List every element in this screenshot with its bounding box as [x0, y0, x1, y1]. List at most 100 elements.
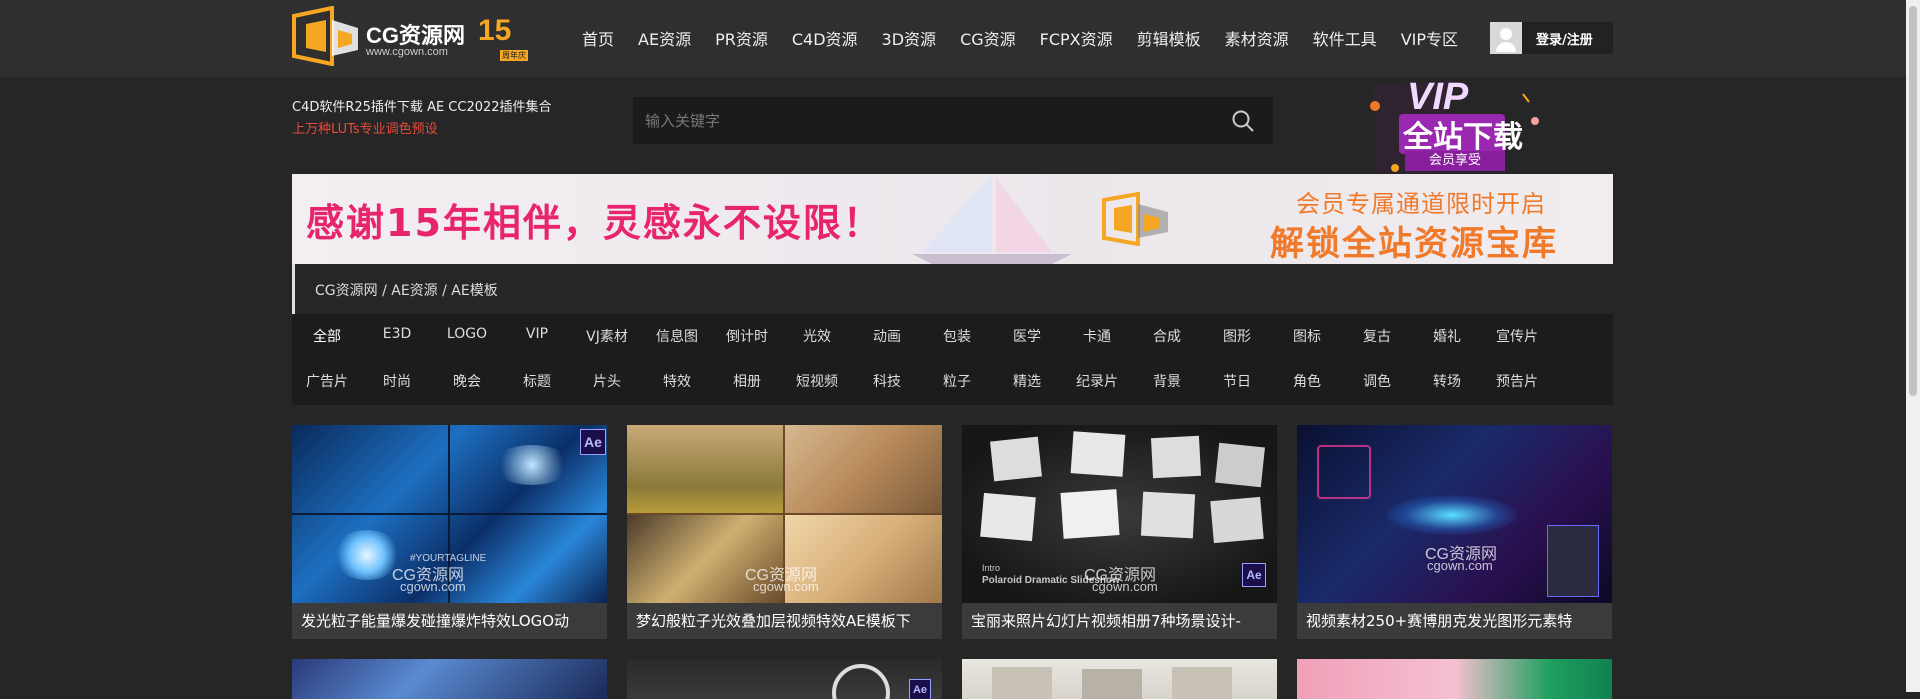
category-tag[interactable]: 宣传片 [1482, 326, 1552, 346]
category-tag[interactable]: 节日 [1202, 371, 1272, 391]
nav-pr[interactable]: PR资源 [703, 26, 780, 50]
main-nav: 首页 AE资源 PR资源 C4D资源 3D资源 CG资源 FCPX资源 剪辑模板… [570, 26, 1470, 50]
resource-card[interactable] [962, 659, 1277, 699]
resource-card[interactable] [292, 659, 607, 699]
category-tag[interactable]: 信息图 [642, 326, 712, 346]
banner-headline: 感谢15年相伴，灵感永不设限！ [306, 201, 883, 245]
category-tag[interactable]: 角色 [1272, 371, 1342, 391]
resource-card[interactable]: Ae [627, 659, 942, 699]
category-tag[interactable]: VJ素材 [572, 326, 642, 346]
watermark-url: cgown.com [753, 579, 819, 594]
category-tag[interactable]: 标题 [502, 371, 572, 391]
category-tag[interactable]: 广告片 [292, 371, 362, 391]
category-tag[interactable]: 图形 [1202, 326, 1272, 346]
sailboat-illustration [912, 174, 1072, 264]
category-tag[interactable]: 片头 [572, 371, 642, 391]
login-button[interactable]: 登录/注册 [1490, 22, 1613, 54]
category-tag[interactable]: 纪录片 [1062, 371, 1132, 391]
category-tag[interactable]: 背景 [1132, 371, 1202, 391]
nav-software[interactable]: 软件工具 [1301, 26, 1389, 50]
ae-badge-icon: Ae [909, 679, 931, 699]
banner-logo-icon [1102, 192, 1168, 246]
category-tag[interactable]: 合成 [1132, 326, 1202, 346]
category-tag[interactable]: 精选 [992, 371, 1062, 391]
category-tag[interactable]: 动画 [852, 326, 922, 346]
card-title[interactable]: 宝丽来照片幻灯片视频相册7种场景设计- [962, 603, 1277, 639]
scrollbar-thumb[interactable] [1909, 6, 1917, 396]
watermark-url: cgown.com [1092, 579, 1158, 594]
breadcrumb[interactable]: CG资源网 / AE资源 / AE模板 [315, 280, 498, 300]
category-tag[interactable]: 调色 [1342, 371, 1412, 391]
category-tag[interactable]: 光效 [782, 326, 852, 346]
category-tag[interactable]: 倒计时 [712, 326, 782, 346]
promo-link-luts[interactable]: 上万种LUTs专业调色预设 [292, 119, 552, 141]
nav-cg[interactable]: CG资源 [948, 26, 1028, 50]
watermark-url: cgown.com [1427, 558, 1493, 573]
category-tag[interactable]: 图标 [1272, 326, 1342, 346]
logo-mark-icon [292, 6, 358, 66]
category-tag[interactable]: 婚礼 [1412, 326, 1482, 346]
category-tag[interactable]: 晚会 [432, 371, 502, 391]
category-tag[interactable]: 粒子 [922, 371, 992, 391]
card-title[interactable]: 视频素材250+赛博朋克发光图形元素特 [1297, 603, 1612, 639]
nav-vip[interactable]: VIP专区 [1389, 26, 1470, 50]
avatar-icon [1490, 22, 1522, 54]
nav-home[interactable]: 首页 [570, 26, 626, 50]
category-filter: 全部 E3D LOGO VIP VJ素材 信息图 倒计时 光效 动画 包装 医学… [292, 314, 1613, 405]
category-tag[interactable]: 全部 [292, 326, 362, 346]
resource-card[interactable]: CG资源网 cgown.com 视频素材250+赛博朋克发光图形元素特 [1297, 425, 1612, 639]
category-tag[interactable]: 转场 [1412, 371, 1482, 391]
category-tag[interactable]: 医学 [992, 326, 1062, 346]
nav-edit-templates[interactable]: 剪辑模板 [1125, 26, 1213, 50]
promo-links: C4D软件R25插件下载 AE CC2022插件集合 上万种LUTs专业调色预设 [292, 97, 552, 141]
card-thumbnail: Intro Polaroid Dramatic Slideshow Ae CG资… [962, 425, 1277, 603]
logo-url: www.cgown.com [366, 46, 448, 58]
search-box [633, 97, 1273, 144]
site-logo[interactable]: CG资源网 www.cgown.com 15 周年庆 [292, 6, 528, 66]
resource-card[interactable] [1297, 659, 1612, 699]
nav-materials[interactable]: 素材资源 [1213, 26, 1301, 50]
category-tag[interactable]: 卡通 [1062, 326, 1132, 346]
search-input[interactable] [633, 97, 1213, 144]
category-tag[interactable]: LOGO [432, 326, 502, 346]
nav-ae[interactable]: AE资源 [626, 26, 703, 50]
search-icon [1232, 110, 1254, 132]
category-tag[interactable]: VIP [502, 326, 572, 346]
banner-tagline: 解锁全站资源宝库 [1270, 224, 1558, 264]
resource-card[interactable]: Ae #YOURTAGLINE CG资源网 cgown.com 发光粒子能量爆发… [292, 425, 607, 639]
card-title[interactable]: 梦幻般粒子光效叠加层视频特效AE模板下 [627, 603, 942, 639]
card-thumbnail: Ae #YOURTAGLINE CG资源网 cgown.com [292, 425, 607, 603]
thumb-intro-label: Intro [982, 563, 1001, 573]
vip-badge-subtitle: 全站下载 [1403, 120, 1523, 155]
resource-card[interactable]: Intro Polaroid Dramatic Slideshow Ae CG资… [962, 425, 1277, 639]
category-row-1: 全部 E3D LOGO VIP VJ素材 信息图 倒计时 光效 动画 包装 医学… [292, 326, 1552, 346]
nav-fcpx[interactable]: FCPX资源 [1028, 26, 1125, 50]
category-tag[interactable]: 短视频 [782, 371, 852, 391]
category-tag[interactable]: 相册 [712, 371, 782, 391]
top-navigation-bar: CG资源网 www.cgown.com 15 周年庆 首页 AE资源 PR资源 … [0, 0, 1920, 77]
vip-download-badge[interactable]: VIP 全站下载 会员享受 [1335, 76, 1565, 176]
category-tag[interactable]: 复古 [1342, 326, 1412, 346]
category-tag[interactable]: 特效 [642, 371, 712, 391]
nav-c4d[interactable]: C4D资源 [780, 26, 870, 50]
category-tag[interactable]: 包装 [922, 326, 992, 346]
vip-badge-tag: 会员享受 [1405, 151, 1505, 171]
category-row-2: 广告片 时尚 晚会 标题 片头 特效 相册 短视频 科技 粒子 精选 纪录片 背… [292, 371, 1552, 391]
neon-sign-decoration [1477, 441, 1507, 457]
search-button[interactable] [1213, 97, 1273, 144]
anniversary-banner[interactable]: 感谢15年相伴，灵感永不设限！ 会员专属通道限时开启 解锁全站资源宝库 [292, 174, 1613, 264]
resource-card[interactable]: CG资源网 cgown.com 梦幻般粒子光效叠加层视频特效AE模板下 [627, 425, 942, 639]
ae-badge-icon: Ae [580, 429, 606, 455]
category-tag[interactable]: 时尚 [362, 371, 432, 391]
anniversary-label: 周年庆 [500, 50, 528, 61]
card-title[interactable]: 发光粒子能量爆发碰撞爆炸特效LOGO动 [292, 603, 607, 639]
category-tag[interactable]: E3D [362, 326, 432, 346]
page-scrollbar[interactable] [1906, 0, 1920, 692]
card-thumbnail: CG资源网 cgown.com [627, 425, 942, 603]
nav-3d[interactable]: 3D资源 [870, 26, 949, 50]
promo-link-plugins[interactable]: C4D软件R25插件下载 AE CC2022插件集合 [292, 97, 552, 119]
ae-badge-icon: Ae [1242, 563, 1266, 587]
login-label: 登录/注册 [1536, 32, 1593, 48]
category-tag[interactable]: 科技 [852, 371, 922, 391]
category-tag[interactable]: 预告片 [1482, 371, 1552, 391]
